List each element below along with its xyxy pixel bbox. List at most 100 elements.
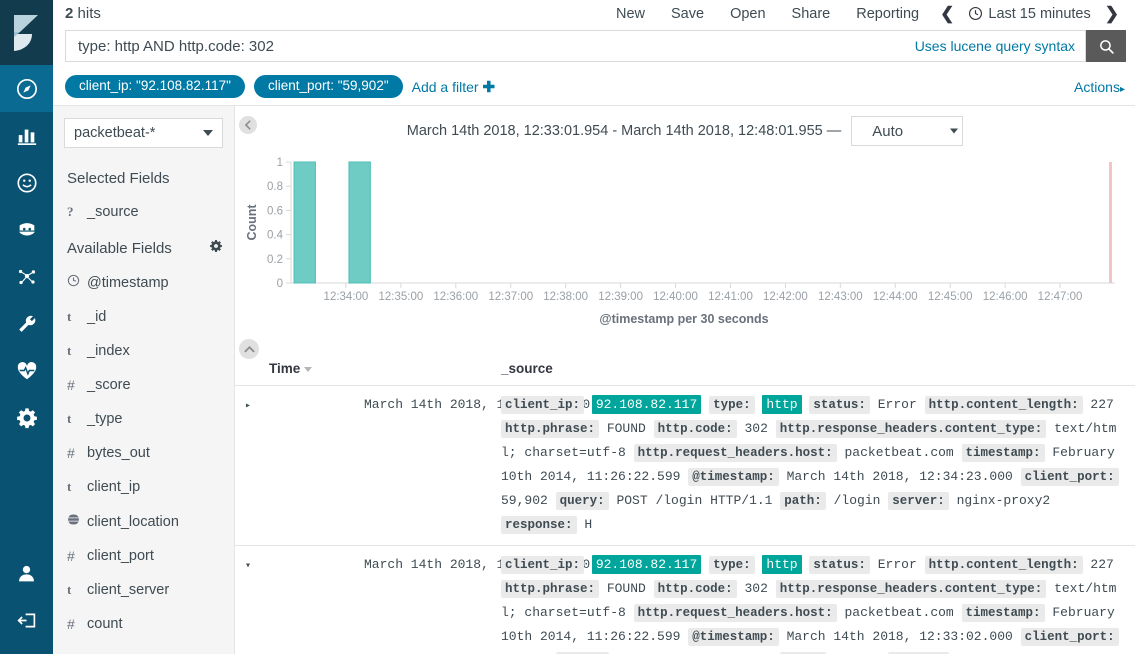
chevron-right-icon: ▸ <box>1120 84 1125 95</box>
filter-actions-button[interactable]: Actions▸ <box>1074 79 1125 95</box>
source-field-key: client_port: <box>1021 628 1119 646</box>
histogram-bar[interactable] <box>349 162 370 283</box>
field-item-count[interactable]: #count <box>53 607 234 641</box>
gear-icon[interactable] <box>209 239 223 257</box>
nav-new-button[interactable]: New <box>603 6 658 22</box>
filter-actions-label: Actions <box>1074 79 1120 95</box>
field-item-id[interactable]: t_id <box>53 300 234 334</box>
histogram-chart: 00.20.40.60.81Count12:34:0012:35:0012:36… <box>243 154 1125 339</box>
sidebar-item-graph[interactable] <box>0 253 53 300</box>
histogram-svg[interactable]: 00.20.40.60.81Count12:34:0012:35:0012:36… <box>243 154 1123 309</box>
field-type-icon: t <box>67 309 87 325</box>
search-icon <box>1098 38 1115 55</box>
selected-fields-title: Selected Fields <box>53 160 234 195</box>
source-field-value: 302 <box>744 421 767 436</box>
field-item-clientip[interactable]: tclient_ip <box>53 470 234 504</box>
index-pattern-selector[interactable]: packetbeat-* <box>64 118 223 148</box>
field-item-source[interactable]: ? _source <box>53 195 234 229</box>
column-header-time-label: Time <box>269 361 300 376</box>
nav-share-button[interactable]: Share <box>779 6 844 22</box>
source-field-key: type: <box>709 396 755 414</box>
field-name: client_ip <box>87 479 140 495</box>
nav-open-button[interactable]: Open <box>717 6 778 22</box>
column-header-source[interactable]: _source <box>493 355 1135 386</box>
nav-reporting-button[interactable]: Reporting <box>843 6 932 22</box>
sidebar-item-dev-tools[interactable] <box>0 300 53 347</box>
column-header-time[interactable]: Time <box>235 355 493 386</box>
nav-save-button[interactable]: Save <box>658 6 717 22</box>
field-item-bytesout[interactable]: #bytes_out <box>53 436 234 470</box>
sidebar-item-logout[interactable] <box>0 597 53 644</box>
index-pattern-name: packetbeat-* <box>74 125 203 141</box>
time-next-arrow-icon[interactable]: ❯ <box>1097 4 1127 24</box>
expand-row-button[interactable]: ▸ <box>235 386 364 546</box>
sidebar-item-monitoring[interactable] <box>0 347 53 394</box>
sidebar-item-visualize[interactable] <box>0 112 53 159</box>
expand-row-button[interactable]: ▾ <box>235 546 364 654</box>
chevron-down-icon <box>950 129 958 134</box>
sidebar-item-discover[interactable] <box>0 65 53 112</box>
field-item-clientserver[interactable]: tclient_server <box>53 573 234 607</box>
source-field-key: http.code: <box>654 580 737 598</box>
document-table: Time _source ▸March 14th 2018, 12:34:23.… <box>235 355 1135 654</box>
source-field-key: timestamp: <box>962 604 1045 622</box>
field-type-icon: # <box>67 377 87 393</box>
source-field-key: http.content_length: <box>925 396 1083 414</box>
x-tick-label: 12:34:00 <box>324 291 369 303</box>
timelion-icon <box>16 219 38 241</box>
cell-time: March 14th 2018, 12:33:02.000 <box>364 546 493 654</box>
source-field-key: http.code: <box>654 420 737 438</box>
x-tick-label: 12:42:00 <box>763 291 808 303</box>
lucene-syntax-link[interactable]: Uses lucene query syntax <box>907 38 1075 54</box>
field-item-clientlocation[interactable]: client_location <box>53 504 234 539</box>
source-field-value: FOUND <box>607 581 646 596</box>
sidebar-item-management[interactable] <box>0 394 53 441</box>
add-filter-label: Add a filter <box>412 79 479 95</box>
chevron-down-icon <box>203 130 213 136</box>
field-type-icon: t <box>67 411 87 427</box>
interval-select[interactable]: Auto <box>851 116 963 146</box>
field-item-clientport[interactable]: #client_port <box>53 539 234 573</box>
y-tick-label: 0.4 <box>267 230 284 242</box>
compass-icon <box>16 78 38 100</box>
filter-pill-client-ip[interactable]: client_ip: "92.108.82.117" <box>65 75 245 98</box>
cell-source: client_ip: 92.108.82.117 type: http stat… <box>493 546 1135 654</box>
source-field-value: 302 <box>744 581 767 596</box>
logout-icon <box>16 610 37 631</box>
search-submit-button[interactable] <box>1086 30 1126 62</box>
time-range-text: March 14th 2018, 12:33:01.954 - March 14… <box>407 123 842 139</box>
chevron-left-icon <box>243 120 253 130</box>
field-type-icon: # <box>67 616 87 632</box>
field-name: _type <box>87 411 122 427</box>
histogram-bar[interactable] <box>294 162 315 283</box>
x-tick-label: 12:38:00 <box>543 291 588 303</box>
sidebar-item-timelion[interactable] <box>0 206 53 253</box>
source-field-key: http.request_headers.host: <box>634 604 837 622</box>
globe-icon <box>67 513 87 530</box>
global-nav-rail <box>0 0 53 654</box>
x-tick-label: 12:35:00 <box>378 291 423 303</box>
source-field-key: @timestamp: <box>688 468 779 486</box>
sidebar-item-user[interactable] <box>0 550 53 597</box>
y-tick-label: 1 <box>277 157 283 169</box>
time-prev-arrow-icon[interactable]: ❮ <box>932 4 962 24</box>
field-item-index[interactable]: t_index <box>53 334 234 368</box>
field-item-type[interactable]: t_type <box>53 402 234 436</box>
available-fields-list: @timestampt_idt_index#_scoret_type#bytes… <box>53 265 234 641</box>
sidebar-item-dashboard[interactable] <box>0 159 53 206</box>
field-name: _source <box>87 204 139 220</box>
table-row: ▾March 14th 2018, 12:33:02.000client_ip:… <box>235 546 1135 654</box>
field-type-icon: t <box>67 343 87 359</box>
nav-spacer <box>0 441 53 550</box>
source-field-key: http.phrase: <box>501 420 599 438</box>
field-item-score[interactable]: #_score <box>53 368 234 402</box>
search-input[interactable] <box>76 37 907 56</box>
dashboard-icon <box>16 172 38 194</box>
filter-bar: client_ip: "92.108.82.117" client_port: … <box>53 71 1135 105</box>
plus-icon: ✚ <box>482 79 495 96</box>
add-filter-button[interactable]: Add a filter ✚ <box>412 78 495 96</box>
field-item-timestamp[interactable]: @timestamp <box>53 265 234 300</box>
kibana-discover-app: 2 hits New Save Open Share Reporting ❮ L… <box>0 0 1135 654</box>
time-picker-button[interactable]: Last 15 minutes <box>962 6 1096 22</box>
filter-pill-client-port[interactable]: client_port: "59,902" <box>254 75 403 98</box>
